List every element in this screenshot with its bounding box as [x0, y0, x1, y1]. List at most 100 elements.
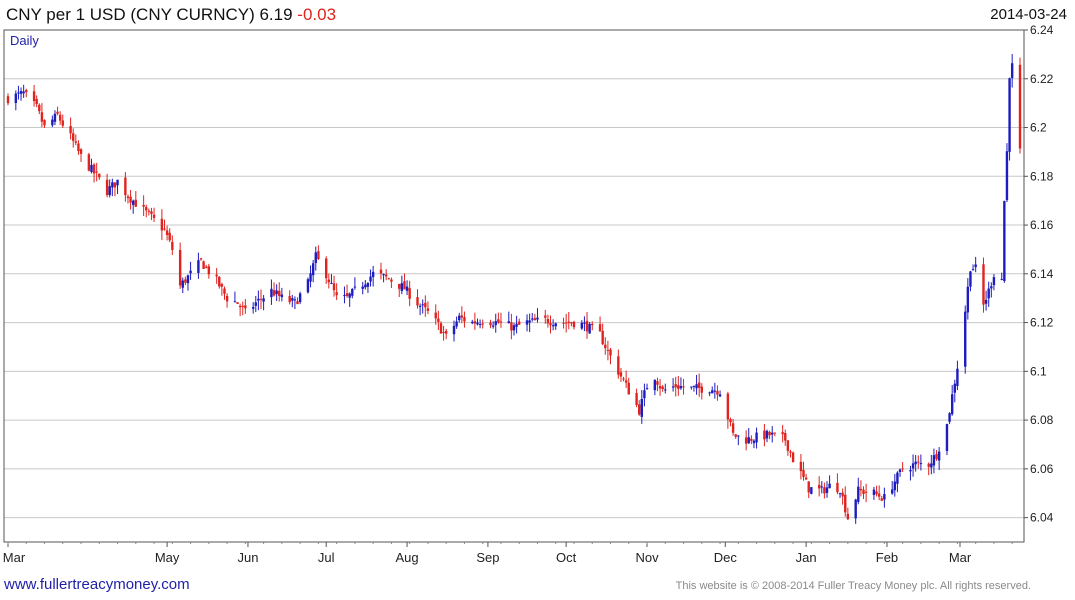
candle-body [507, 321, 510, 324]
candle-body [857, 486, 860, 502]
candle-body [387, 278, 391, 280]
candle-body [325, 258, 328, 279]
x-tick-label: Dec [714, 550, 738, 565]
plot-frame [3, 29, 1025, 543]
candle-body [713, 390, 717, 392]
candle-body [533, 318, 537, 321]
candle-body [974, 264, 977, 268]
candle-body [841, 492, 844, 497]
candle-body [1010, 63, 1014, 79]
candle-body [896, 472, 899, 484]
candle-body [330, 282, 333, 284]
candle-body [661, 386, 664, 390]
candle-body [257, 298, 260, 301]
candle-body [930, 463, 933, 468]
candle-body [750, 438, 753, 441]
candle-body [442, 332, 445, 334]
candle-body [917, 461, 920, 463]
candle-body [72, 133, 75, 141]
candle-body [935, 453, 938, 460]
candle-body [244, 305, 247, 309]
x-tick-label: Jun [237, 550, 258, 565]
candle-body [152, 214, 156, 218]
candle-body [731, 423, 735, 433]
candle-body [510, 322, 513, 331]
x-tick-label: Oct [556, 550, 577, 565]
candle-body [51, 119, 54, 126]
candle-body [238, 305, 242, 308]
candle-body [98, 173, 101, 178]
candle-body [142, 204, 145, 207]
candle-body [536, 317, 539, 320]
candle-body [637, 404, 641, 415]
x-tick-label: Mar [3, 550, 26, 565]
candle-body [471, 321, 474, 324]
x-tick-label: Jul [318, 550, 335, 565]
candle-body [570, 322, 573, 324]
candle-body [147, 210, 151, 212]
period-label: Daily [10, 33, 39, 48]
candle-body [296, 301, 299, 305]
candle-body [763, 430, 766, 440]
candle-body [937, 451, 941, 461]
candle-body [184, 279, 187, 283]
candle-body [361, 286, 364, 289]
candle-body [969, 271, 972, 287]
candle-body [150, 211, 153, 214]
candlestick-chart: Daily 6.04 6.06 6.08 6.1 6.12 6.14 6.16 6.18 6.2… [3, 23, 1054, 565]
candle-body [444, 330, 448, 334]
candle-body [643, 390, 646, 399]
candle-body [398, 283, 401, 289]
y-tick-label: 6.16 [1030, 218, 1054, 232]
candle-body [111, 182, 114, 188]
candle-body [982, 264, 985, 305]
candle-body [799, 461, 803, 472]
candle-body [53, 113, 57, 122]
candle-body [371, 271, 375, 278]
candle-body [207, 266, 211, 275]
candle-body [463, 317, 466, 322]
candle-body [251, 306, 255, 309]
candle-body [131, 200, 135, 205]
x-tick-label: Jan [796, 550, 817, 565]
candle-body [817, 484, 821, 489]
candle-body [609, 349, 612, 356]
candle-body [165, 230, 169, 236]
candle-body [591, 323, 594, 326]
candle-body [403, 281, 406, 290]
candle-body [327, 279, 331, 283]
candle-body [189, 270, 192, 274]
candle-body [734, 434, 737, 437]
candle-body [690, 386, 693, 388]
candle-body [452, 325, 456, 335]
candle-body [864, 491, 868, 493]
candle-body [585, 320, 589, 332]
candle-body [627, 382, 630, 395]
candle-body [1005, 151, 1009, 201]
candle-body [145, 207, 148, 211]
candle-body [421, 304, 424, 306]
candle-body [927, 463, 930, 467]
candle-body [369, 276, 372, 282]
candle-body [1003, 201, 1006, 282]
candle-body [984, 299, 988, 304]
candle-body [437, 318, 440, 322]
grid-lines [4, 29, 1024, 519]
candle-body [525, 320, 529, 325]
candle-body [186, 275, 190, 284]
candle-body [744, 437, 748, 444]
candle-body [838, 493, 842, 495]
candle-body [914, 461, 917, 465]
candle-body [14, 93, 18, 103]
candle-body [635, 392, 638, 406]
candle-body [656, 381, 659, 385]
candle-body [789, 451, 792, 453]
candle-body [181, 280, 184, 288]
site-link[interactable]: www.fullertreacymoney.com [4, 576, 190, 593]
candle-body [236, 302, 239, 304]
candle-body [32, 91, 36, 101]
candle-body [854, 499, 857, 519]
candle-body [572, 321, 576, 328]
candle-body [583, 322, 586, 324]
candle-body [163, 228, 166, 230]
